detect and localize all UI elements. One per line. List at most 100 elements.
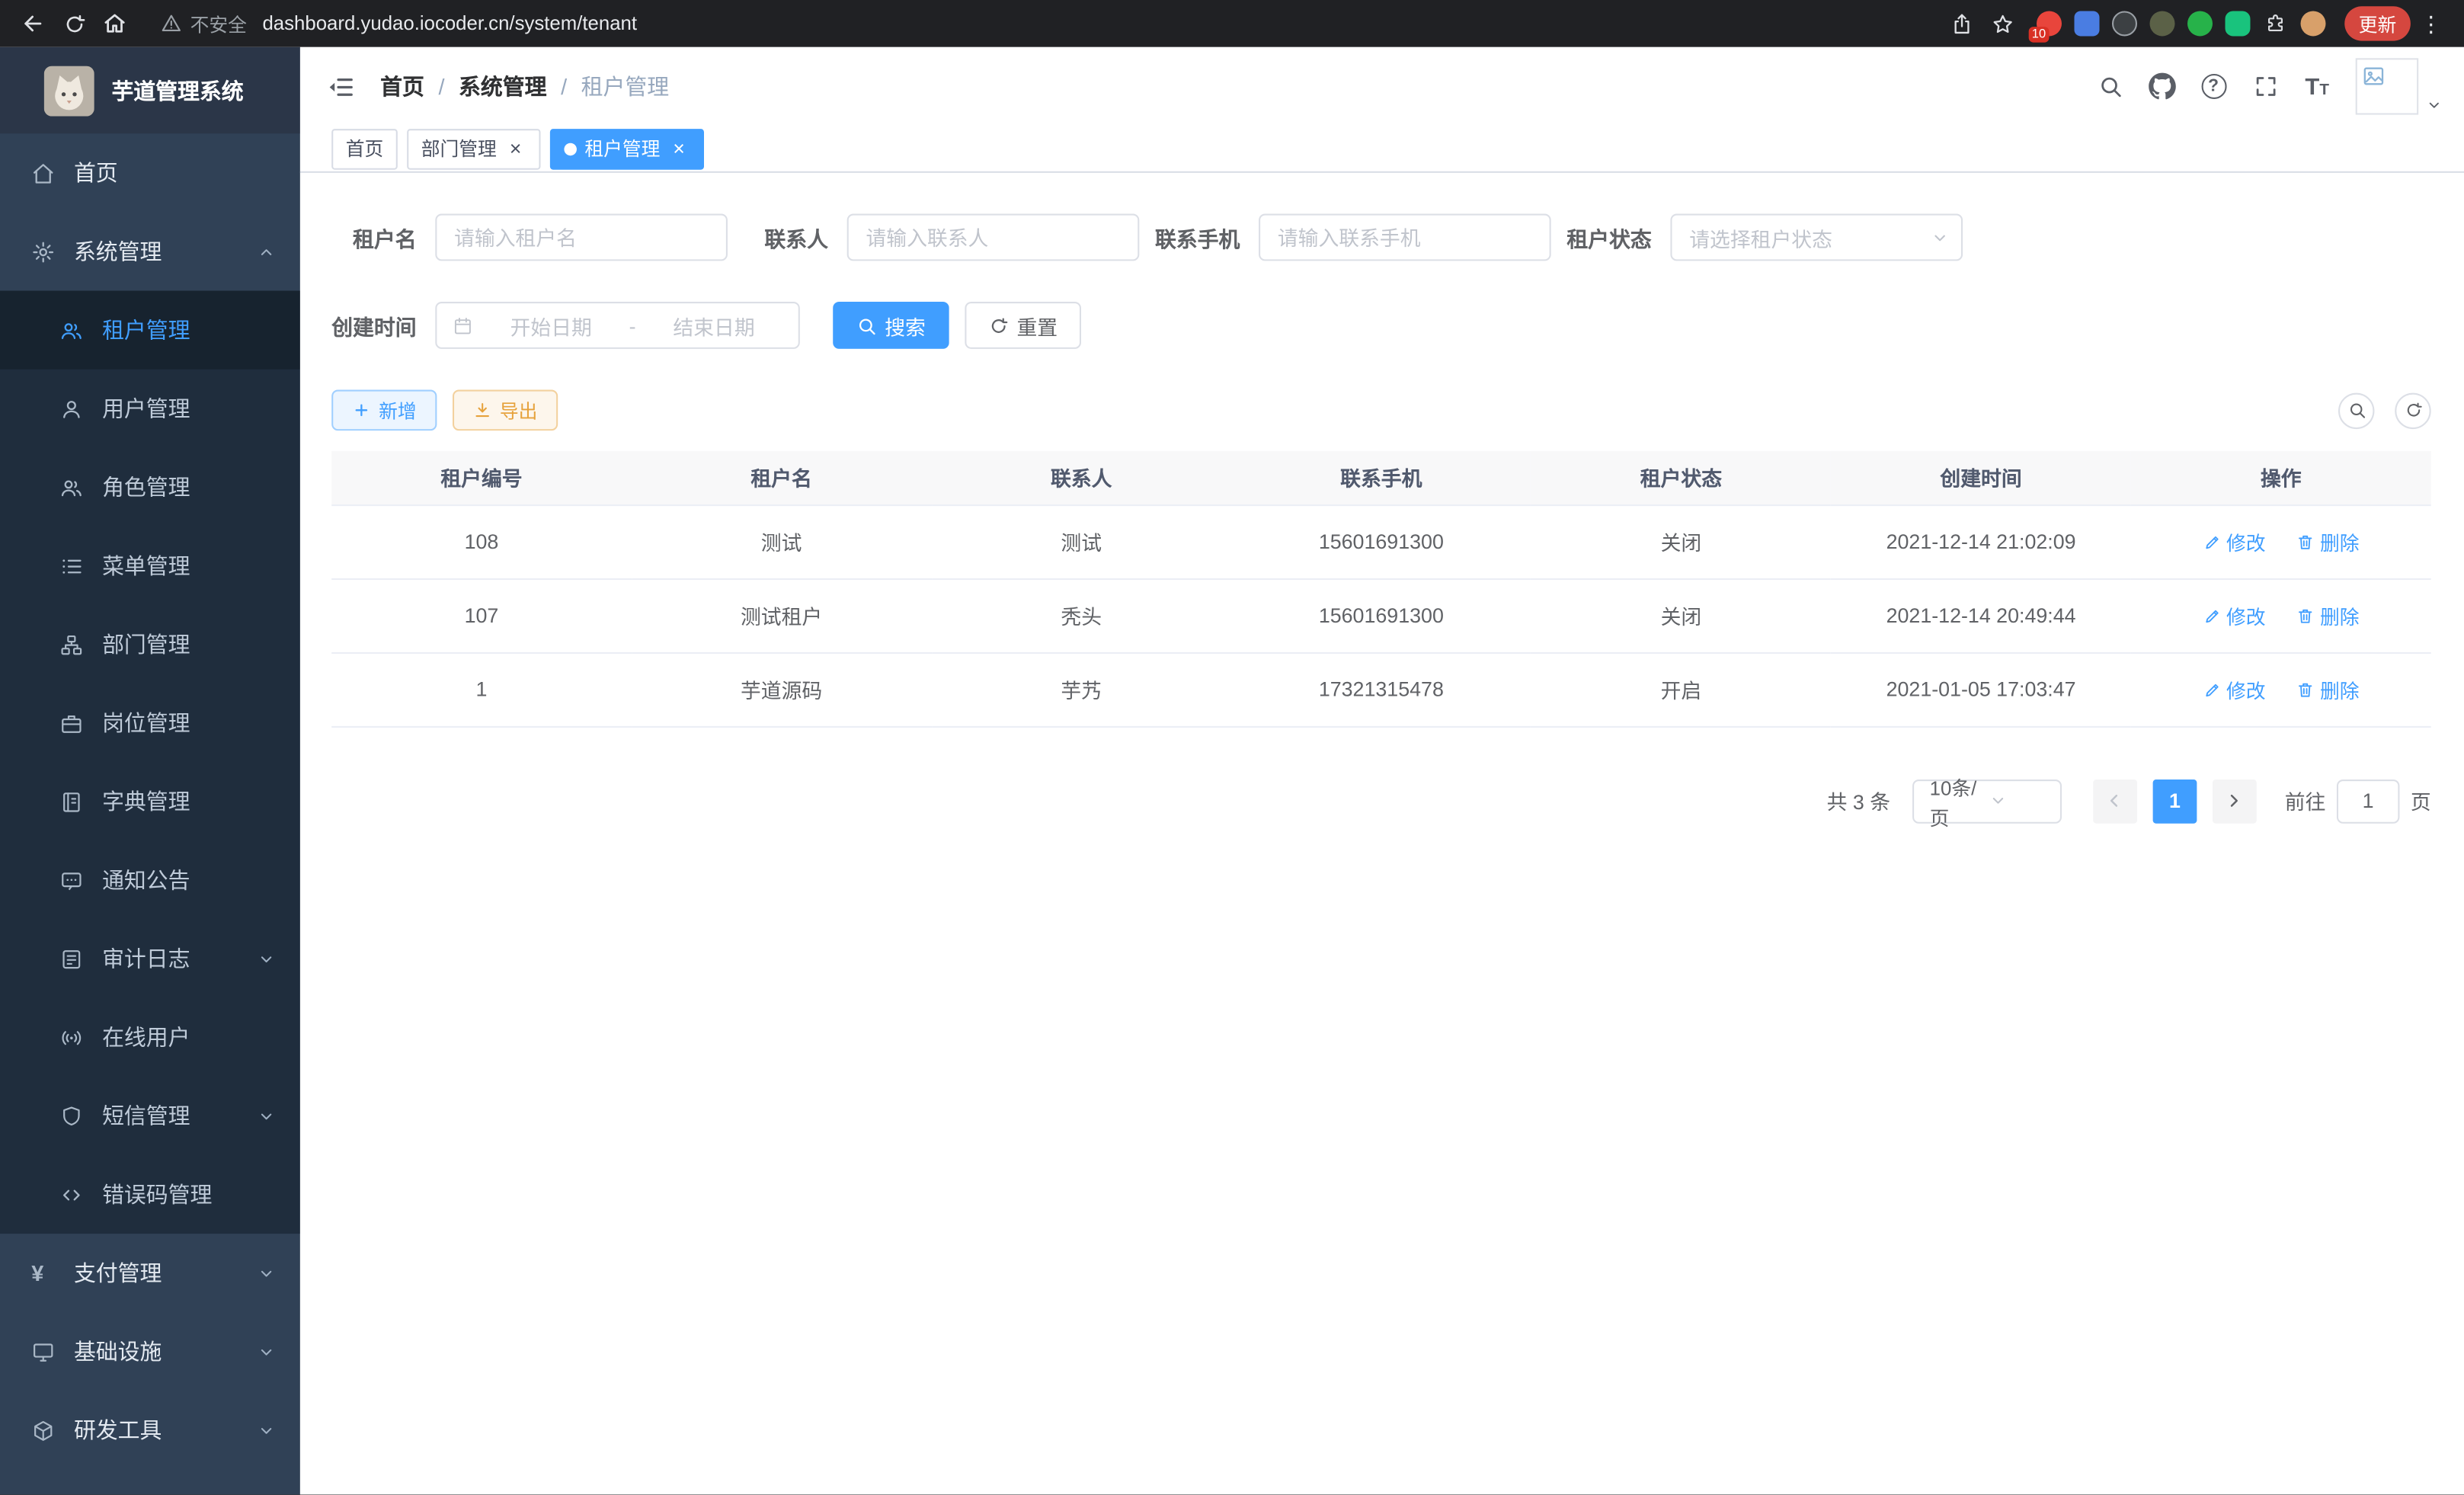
prev-page-button[interactable] <box>2093 779 2137 823</box>
next-page-button[interactable] <box>2213 779 2257 823</box>
breadcrumb-item-system[interactable]: 系统管理 <box>459 71 547 102</box>
extensions-puzzle-icon[interactable] <box>2263 11 2288 36</box>
extension-icon[interactable] <box>2225 11 2250 36</box>
cell-tenant-id: 107 <box>331 578 632 652</box>
delete-link[interactable]: 删除 <box>2296 527 2360 556</box>
delete-link[interactable]: 删除 <box>2296 674 2360 704</box>
sidebar-item-dict[interactable]: 字典管理 <box>0 762 300 840</box>
yen-icon: ¥ <box>31 1260 55 1285</box>
export-button[interactable]: 导出 <box>453 390 558 431</box>
sidebar-item-menu[interactable]: 菜单管理 <box>0 527 300 605</box>
extension-icon[interactable] <box>2112 11 2137 36</box>
caret-down-icon <box>2427 98 2443 115</box>
help-button[interactable]: ? <box>2187 59 2239 113</box>
sidebar-submenu-system: 租户管理 用户管理 角色管理 菜单管理 <box>0 291 300 1234</box>
logo[interactable]: 芋道管理系统 <box>0 47 300 133</box>
sidebar-item-user[interactable]: 用户管理 <box>0 370 300 448</box>
sidebar-item-label: 在线用户 <box>102 1022 190 1053</box>
chevron-down-icon <box>1931 229 1949 246</box>
cell-tenant-name: 芋道源码 <box>632 652 932 726</box>
cell-actions: 修改 删除 <box>2131 578 2431 652</box>
tenants-icon <box>59 319 83 342</box>
extension-icon[interactable] <box>2149 11 2174 36</box>
share-button[interactable] <box>1942 3 1983 44</box>
reset-button[interactable]: 重置 <box>965 302 1081 349</box>
breadcrumb-item-current: 租户管理 <box>581 71 670 102</box>
github-button[interactable] <box>2136 59 2187 113</box>
breadcrumb-item-home[interactable]: 首页 <box>380 71 424 102</box>
close-icon[interactable]: × <box>668 137 690 159</box>
sidebar-item-payment[interactable]: ¥ 支付管理 <box>0 1234 300 1312</box>
extension-icon[interactable]: 10 <box>2037 11 2062 36</box>
create-time-range-picker[interactable]: 开始日期 - 结束日期 <box>435 302 800 349</box>
edit-link[interactable]: 修改 <box>2203 674 2266 704</box>
bookmark-star-button[interactable] <box>1983 3 2024 44</box>
sidebar-item-tenant[interactable]: 租户管理 <box>0 291 300 370</box>
extension-badge: 10 <box>2029 27 2050 43</box>
add-button[interactable]: 新增 <box>331 390 437 431</box>
sidebar-item-audit-log[interactable]: 审计日志 <box>0 920 300 998</box>
header-search-button[interactable] <box>2084 59 2136 113</box>
contact-input[interactable] <box>847 214 1140 261</box>
edit-link[interactable]: 修改 <box>2203 527 2266 556</box>
extension-icon[interactable] <box>2074 11 2099 36</box>
logo-image <box>44 66 94 116</box>
tenant-status-select[interactable]: 请选择租户状态 <box>1670 214 1963 261</box>
font-size-button[interactable]: TT <box>2291 59 2343 113</box>
delete-link[interactable]: 删除 <box>2296 600 2360 630</box>
sidebar-item-label: 部门管理 <box>102 629 190 660</box>
sidebar-item-post[interactable]: 岗位管理 <box>0 683 300 762</box>
browser-back-button[interactable] <box>13 3 54 44</box>
sidebar-item-system[interactable]: 系统管理 <box>0 212 300 290</box>
table-header-row: 租户编号 租户名 联系人 联系手机 租户状态 创建时间 操作 <box>331 451 2431 504</box>
sidebar-item-label: 租户管理 <box>102 315 190 346</box>
sidebar-item-notice[interactable]: 通知公告 <box>0 840 300 919</box>
chrome-update-button[interactable]: 更新 <box>2344 6 2411 40</box>
cell-phone: 15601691300 <box>1231 578 1531 652</box>
sidebar-toggle-button[interactable] <box>325 72 365 101</box>
user-avatar[interactable] <box>2356 58 2442 114</box>
browser-home-button[interactable] <box>94 3 136 44</box>
sidebar-item-error-code[interactable]: 错误码管理 <box>0 1155 300 1234</box>
fullscreen-button[interactable] <box>2239 59 2291 113</box>
edit-link[interactable]: 修改 <box>2203 600 2266 630</box>
avatar-image-placeholder <box>2356 58 2419 114</box>
sidebar-item-devtools[interactable]: 研发工具 <box>0 1391 300 1469</box>
profile-avatar-icon[interactable] <box>2300 11 2325 36</box>
tab-dept[interactable]: 部门管理 × <box>407 128 540 169</box>
chevron-down-icon <box>258 950 275 968</box>
address-bar[interactable]: dashboard.yudao.iocoder.cn/system/tenant <box>262 13 637 35</box>
sidebar-item-home[interactable]: 首页 <box>0 133 300 212</box>
date-range-separator: - <box>619 313 645 337</box>
extension-icon[interactable] <box>2187 11 2213 36</box>
phone-input[interactable] <box>1259 214 1551 261</box>
tab-tenant[interactable]: 租户管理 × <box>550 128 704 169</box>
sidebar-item-online-user[interactable]: 在线用户 <box>0 998 300 1077</box>
sidebar-item-label: 岗位管理 <box>102 707 190 738</box>
site-security-indicator[interactable]: 不安全 <box>160 10 246 37</box>
goto-page-input[interactable] <box>2337 779 2400 823</box>
page-number-button[interactable]: 1 <box>2153 779 2197 823</box>
cell-tenant-name: 测试租户 <box>632 578 932 652</box>
monitor-icon <box>31 1340 55 1363</box>
browser-reload-button[interactable] <box>53 3 94 44</box>
search-button[interactable]: 搜索 <box>833 302 949 349</box>
chrome-menu-button[interactable]: ⋮ <box>2411 3 2452 44</box>
sidebar-item-sms[interactable]: 短信管理 <box>0 1077 300 1155</box>
app-title: 芋道管理系统 <box>111 75 243 106</box>
tenant-name-input[interactable] <box>435 214 728 261</box>
page-size-select[interactable]: 10条/页 <box>1912 779 2062 823</box>
sidebar-item-label: 短信管理 <box>102 1100 190 1132</box>
close-icon[interactable]: × <box>504 137 526 159</box>
refresh-table-button[interactable] <box>2395 392 2430 428</box>
tab-home[interactable]: 首页 <box>331 128 398 169</box>
security-label: 不安全 <box>190 10 247 37</box>
column-header: 操作 <box>2131 451 2431 504</box>
org-tree-icon <box>59 632 83 656</box>
sidebar-item-dept[interactable]: 部门管理 <box>0 605 300 683</box>
sidebar-item-role[interactable]: 角色管理 <box>0 448 300 527</box>
sidebar: 芋道管理系统 首页 系统管理 租户管理 <box>0 47 300 1495</box>
sidebar-item-infra[interactable]: 基础设施 <box>0 1312 300 1391</box>
toggle-search-button[interactable] <box>2338 392 2374 428</box>
cell-created: 2021-01-05 17:03:47 <box>1831 652 2131 726</box>
